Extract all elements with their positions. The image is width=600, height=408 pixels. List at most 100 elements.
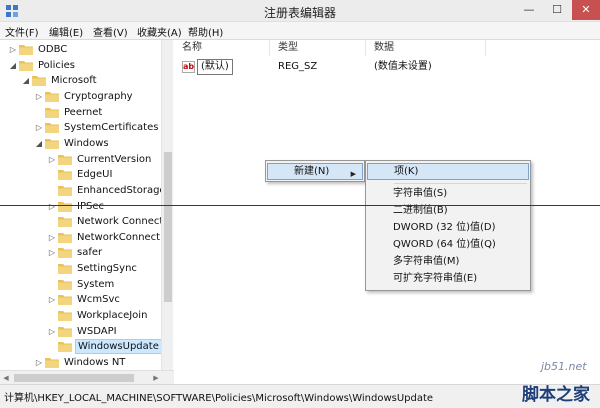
expand-arrow-icon[interactable]: ▷ <box>47 230 57 245</box>
window-title: 注册表编辑器 <box>263 6 336 20</box>
folder-icon <box>58 232 72 243</box>
expand-arrow-icon[interactable]: ▷ <box>47 324 57 339</box>
minimize-button[interactable]: — <box>516 0 542 20</box>
tree-item-label: IPSec <box>77 200 104 212</box>
menu-edit[interactable]: 编辑(E) <box>49 24 83 39</box>
expand-arrow-icon[interactable]: ▷ <box>34 89 44 104</box>
folder-icon <box>58 326 72 337</box>
tree-item-label: Peernet <box>64 106 103 118</box>
submenu-item-expandable-string[interactable]: 可扩充字符串值(E) <box>367 270 477 287</box>
watermark-name: 脚本之家 <box>522 385 590 405</box>
menu-help[interactable]: 帮助(H) <box>188 24 223 39</box>
folder-icon <box>58 264 72 275</box>
expand-arrow-icon[interactable]: ▷ <box>34 355 44 370</box>
expand-arrow-icon[interactable]: ▷ <box>47 152 57 167</box>
tree-item-label: WindowsUpdate <box>75 339 162 355</box>
tree-item-label: SettingSync <box>77 263 137 275</box>
menu-item-new-label: 新建(N) <box>294 166 330 177</box>
submenu-arrow-icon: ▶ <box>350 170 356 178</box>
scroll-thumb[interactable] <box>164 152 172 302</box>
folder-icon <box>58 185 72 196</box>
tree-item-label: ODBC <box>38 44 68 55</box>
folder-icon <box>58 248 72 259</box>
scroll-left-arrow[interactable]: ◀ <box>0 371 12 385</box>
submenu-item-multi-string[interactable]: 多字符串值(M) <box>367 253 459 270</box>
submenu-item-dword[interactable]: DWORD (32 位)值(D) <box>367 219 496 236</box>
value-row[interactable]: ab (默认) REG_SZ (数值未设置) <box>174 59 600 75</box>
expand-arrow-icon <box>47 167 57 182</box>
tree-item-label: WorkplaceJoin <box>77 310 148 322</box>
watermark-site: jb51.net <box>541 360 587 373</box>
tree-item-label: EdgeUI <box>77 169 113 181</box>
tree-item-label: Network Connect <box>77 216 164 228</box>
expand-arrow-icon[interactable]: ▷ <box>47 199 57 214</box>
tree-item-label: Windows <box>64 137 109 149</box>
folder-icon <box>58 295 72 306</box>
value-data: (数值未设置) <box>374 61 432 72</box>
string-value-icon: ab <box>182 61 195 73</box>
folder-icon <box>58 279 72 290</box>
column-name[interactable]: 名称 <box>174 40 270 56</box>
menu-view[interactable]: 查看(V) <box>93 24 128 39</box>
menu-item-new[interactable]: 新建(N) ▶ <box>267 163 363 180</box>
submenu-item-string[interactable]: 字符串值(S) <box>367 185 447 202</box>
folder-icon <box>45 358 59 368</box>
column-type[interactable]: 类型 <box>270 40 366 56</box>
expand-arrow-icon <box>34 105 44 120</box>
submenu-item-qword[interactable]: QWORD (64 位)值(Q) <box>367 236 496 253</box>
menu-favorites[interactable]: 收藏夹(A) <box>137 24 182 39</box>
status-bar: 计算机\HKEY_LOCAL_MACHINE\SOFTWARE\Policies… <box>0 384 600 408</box>
folder-icon <box>45 107 59 118</box>
tree-item-label: EnhancedStorage <box>77 184 166 196</box>
scroll-right-arrow[interactable]: ▶ <box>150 371 162 385</box>
expand-arrow-icon[interactable]: ◢ <box>8 58 18 73</box>
tree-item-label: Microsoft <box>51 75 97 87</box>
expand-arrow-icon[interactable]: ◢ <box>21 73 31 88</box>
expand-arrow-icon <box>47 261 57 276</box>
expand-arrow-icon <box>47 277 57 292</box>
close-button[interactable]: ✕ <box>572 0 600 20</box>
expand-arrow-icon[interactable]: ▷ <box>47 245 57 260</box>
value-name[interactable]: (默认) <box>197 59 233 75</box>
menu-bar: 文件(F) 编辑(E) 查看(V) 收藏夹(A) 帮助(H) <box>0 22 600 40</box>
tree-horizontal-scrollbar[interactable]: ◀ ▶ <box>0 370 174 384</box>
title-bar: 注册表编辑器 — ☐ ✕ <box>0 0 600 22</box>
expand-arrow-icon <box>47 183 57 198</box>
tree-item-label: WcmSvc <box>77 294 120 306</box>
menu-file[interactable]: 文件(F) <box>5 24 39 39</box>
folder-icon <box>45 91 59 102</box>
folder-icon <box>19 60 33 71</box>
folder-icon <box>58 170 72 181</box>
new-submenu: 项(K) 字符串值(S) 二进制值(B) DWORD (32 位)值(D) QW… <box>365 160 531 291</box>
tree-item-label: Policies <box>38 59 75 71</box>
expand-arrow-icon <box>47 339 57 354</box>
tree-item-label: safer <box>77 247 103 259</box>
tree-item-label: WSDAPI <box>77 325 117 337</box>
tree-item-label: Cryptography <box>64 90 133 102</box>
expand-arrow-icon[interactable]: ▷ <box>47 292 57 307</box>
maximize-button[interactable]: ☐ <box>544 0 570 20</box>
folder-icon <box>58 342 72 353</box>
folder-icon <box>45 123 59 134</box>
scroll-thumb-horizontal[interactable] <box>14 374 134 382</box>
tree-item-label: Windows NT <box>64 357 126 368</box>
expand-arrow-icon[interactable]: ◢ <box>34 136 44 151</box>
context-menu: 新建(N) ▶ <box>265 160 365 182</box>
expand-arrow-icon[interactable]: ▷ <box>8 42 18 57</box>
folder-icon <box>58 154 72 165</box>
tree-item-label: System <box>77 278 115 290</box>
value-type: REG_SZ <box>278 61 318 72</box>
tree-item-label: SystemCertificates <box>64 122 159 134</box>
menu-separator <box>394 183 527 184</box>
expand-arrow-icon[interactable]: ▷ <box>34 120 44 135</box>
expand-arrow-icon <box>47 214 57 229</box>
submenu-item-key[interactable]: 项(K) <box>367 163 529 180</box>
tree-item-label: CurrentVersion <box>77 153 152 165</box>
folder-icon <box>58 201 72 212</box>
column-data[interactable]: 数据 <box>366 40 486 56</box>
folder-icon <box>32 76 46 87</box>
folder-icon <box>58 311 72 322</box>
tree-item-label: NetworkConnecti <box>77 231 163 243</box>
red-guide-line <box>0 205 600 206</box>
folder-icon <box>58 217 72 228</box>
